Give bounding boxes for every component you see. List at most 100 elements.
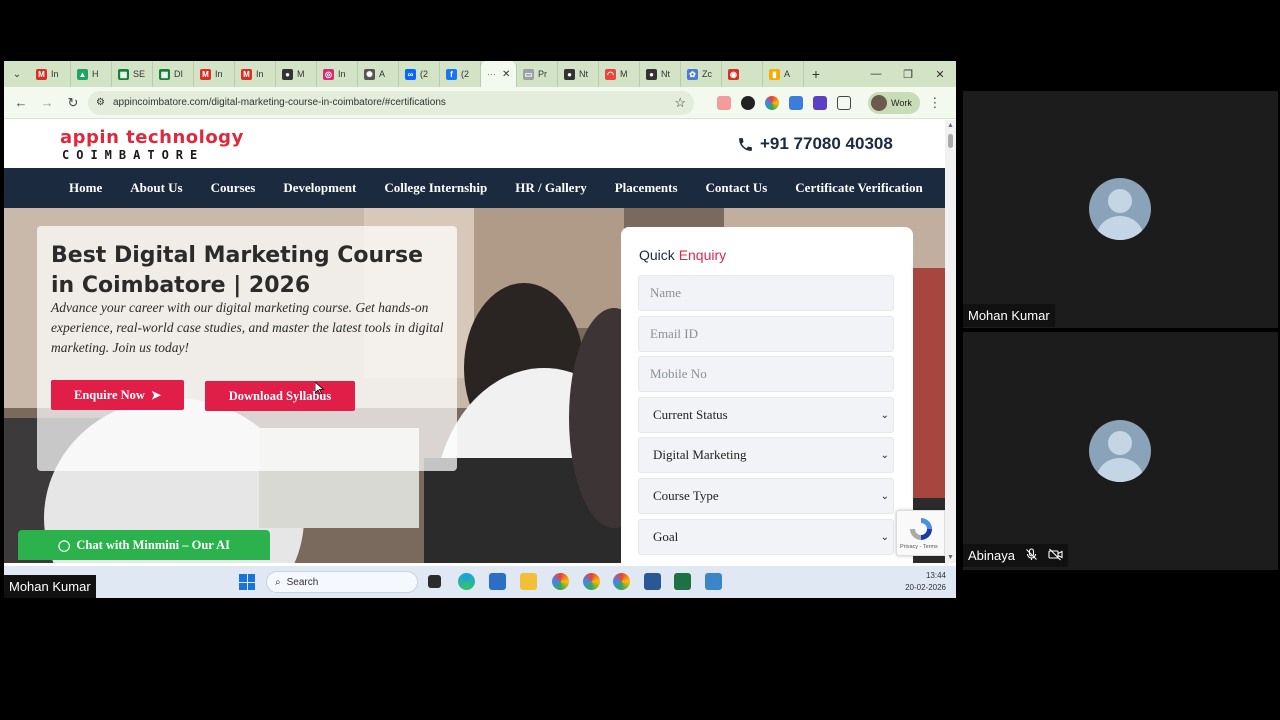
browser-tab[interactable]: ▦ SE	[112, 61, 153, 87]
phone-link[interactable]: +91 77080 40308	[737, 134, 893, 154]
site-info-icon[interactable]: ⚙	[96, 97, 105, 108]
excel-icon[interactable]	[674, 573, 691, 590]
scroll-thumb[interactable]	[948, 134, 953, 148]
restore-icon[interactable]: ❐	[892, 68, 924, 81]
chrome-icon[interactable]	[552, 573, 569, 590]
participant-tile[interactable]: Mohan Kumar	[963, 91, 1278, 328]
chevron-down-icon: ⌄	[880, 449, 889, 461]
minimize-icon[interactable]: —	[860, 68, 892, 81]
nav-item-courses[interactable]: Courses	[197, 180, 270, 196]
browser-tab[interactable]: ▦ DI	[153, 61, 194, 87]
email-input[interactable]: Email ID	[638, 316, 894, 352]
goal-select[interactable]: Goal ⌄	[638, 519, 894, 555]
browser-tab[interactable]: M In	[30, 61, 71, 87]
browser-tab[interactable]: ◎ In	[317, 61, 358, 87]
browser-tab[interactable]: ✺ A	[358, 61, 399, 87]
browser-tab[interactable]: ● Nt	[558, 61, 599, 87]
browser-tab[interactable]: ▮ A	[763, 61, 804, 87]
nav-item-contact-us[interactable]: Contact Us	[692, 180, 782, 196]
extensions-puzzle-icon[interactable]	[837, 95, 851, 110]
edge-icon[interactable]	[458, 573, 475, 590]
nav-item-college-internship[interactable]: College Internship	[370, 180, 501, 196]
recaptcha-badge[interactable]: Privacy - Terms	[896, 510, 945, 556]
site-logo[interactable]: appin technology COIMBATORE	[60, 128, 252, 163]
back-icon[interactable]: ←	[10, 92, 32, 114]
extensions-bar	[712, 95, 856, 110]
browser-tab[interactable]: ✿ Zc	[681, 61, 722, 87]
task-view-icon[interactable]	[428, 575, 441, 588]
word-icon[interactable]	[644, 573, 661, 590]
course-select[interactable]: Digital Marketing ⌄	[638, 437, 894, 473]
quick-enquiry-form: Quick Enquiry Name Email ID Mobile No Cu…	[621, 227, 913, 563]
extension-icon[interactable]	[741, 95, 755, 110]
browser-tab-strip: ⌄ M In ▲ H ▦ SE ▦ DI M In M In ● M ◎ In ✺ A ∞ (2 f (2 ⋯ ✕ ▭ Pr ● Nt…	[4, 61, 956, 87]
tab-search-icon[interactable]: ⌄	[4, 61, 30, 87]
mobile-input[interactable]: Mobile No	[638, 356, 894, 392]
tab-label: In	[256, 69, 264, 79]
mouse-cursor-icon	[315, 382, 324, 395]
taskbar-clock[interactable]: 13:44 20-02-2026	[894, 570, 946, 594]
name-input[interactable]: Name	[638, 275, 894, 311]
app-icon[interactable]	[705, 573, 722, 590]
new-tab-icon[interactable]: +	[804, 66, 828, 82]
file-explorer-icon[interactable]	[520, 573, 537, 590]
reload-icon[interactable]: ↻	[62, 92, 84, 114]
taskbar-search[interactable]: ⌕ Search	[266, 571, 418, 593]
nav-item-about-us[interactable]: About Us	[116, 180, 196, 196]
nav-item-hr-gallery[interactable]: HR / Gallery	[501, 180, 601, 196]
google-sheets-icon: ▦	[118, 68, 129, 80]
google-drive-icon: ▲	[77, 68, 88, 80]
recaptcha-links[interactable]: Privacy - Terms	[900, 544, 938, 550]
nav-item-development[interactable]: Development	[269, 180, 370, 196]
current-status-select[interactable]: Current Status ⌄	[638, 397, 894, 433]
google-sheets-icon: ▦	[159, 68, 170, 80]
analytics-icon: ▮	[769, 68, 780, 80]
store-icon[interactable]	[489, 573, 506, 590]
course-type-select[interactable]: Course Type ⌄	[638, 478, 894, 514]
participant-tile[interactable]: Abinaya	[963, 332, 1278, 570]
windows-start-icon[interactable]	[239, 574, 255, 590]
browser-tab[interactable]: ● Nt	[640, 61, 681, 87]
active-browser-tab[interactable]: ⋯ ✕	[481, 61, 517, 87]
browser-tab[interactable]: ∞ (2	[399, 61, 440, 87]
download-syllabus-button[interactable]: Download Syllabus	[205, 381, 355, 411]
chrome-icon[interactable]	[583, 573, 600, 590]
browser-tab[interactable]: f (2	[440, 61, 481, 87]
close-tab-icon[interactable]: ✕	[502, 69, 510, 80]
browser-tab[interactable]: ▲ H	[71, 61, 112, 87]
profile-button[interactable]: Work	[868, 91, 920, 114]
extension-icon[interactable]	[813, 95, 827, 110]
chrome-icon[interactable]	[613, 573, 630, 590]
browser-tab[interactable]: ● M	[276, 61, 317, 87]
close-window-icon[interactable]: ✕	[924, 68, 956, 81]
address-bar[interactable]: ⚙ appincoimbatore.com/digital-marketing-…	[88, 90, 694, 115]
enquire-now-button[interactable]: Enquire Now ➤	[51, 380, 184, 410]
bookmark-star-icon[interactable]: ☆	[674, 95, 686, 111]
extension-icon[interactable]	[717, 95, 731, 110]
window-controls: — ❐ ✕	[860, 68, 956, 81]
browser-tab[interactable]: M In	[194, 61, 235, 87]
browser-menu-icon[interactable]: ⋮	[924, 92, 946, 114]
nav-item-placements[interactable]: Placements	[601, 180, 692, 196]
extension-icon[interactable]	[789, 95, 803, 110]
nav-item-certificate-verification[interactable]: Certificate Verification	[781, 180, 936, 196]
clock-date: 20-02-2026	[905, 583, 946, 592]
rainbow-icon: ◠	[605, 68, 616, 80]
current-status-value: Current Status	[653, 407, 728, 422]
extension-icon[interactable]	[765, 95, 779, 110]
browser-tab[interactable]: ◉	[722, 61, 763, 87]
browser-tab[interactable]: M In	[235, 61, 276, 87]
browser-tab[interactable]: ▭ Pr	[517, 61, 558, 87]
page-scrollbar[interactable]: ▲ ▼	[945, 120, 956, 563]
tab-label: M	[297, 69, 305, 79]
ai-chat-button[interactable]: ◯ Chat with Minmini – Our AI	[18, 530, 270, 560]
participant-avatar	[1089, 420, 1151, 482]
scroll-up-icon[interactable]: ▲	[947, 122, 954, 129]
nav-item-home[interactable]: Home	[55, 180, 116, 196]
browser-tab[interactable]: ◠ M	[599, 61, 640, 87]
doc-icon: ▭	[523, 68, 534, 80]
profile-label: Work	[891, 97, 912, 108]
scroll-down-icon[interactable]: ▼	[947, 554, 954, 561]
forward-icon[interactable]: →	[36, 92, 58, 114]
presenter-name: Mohan Kumar	[9, 579, 91, 594]
